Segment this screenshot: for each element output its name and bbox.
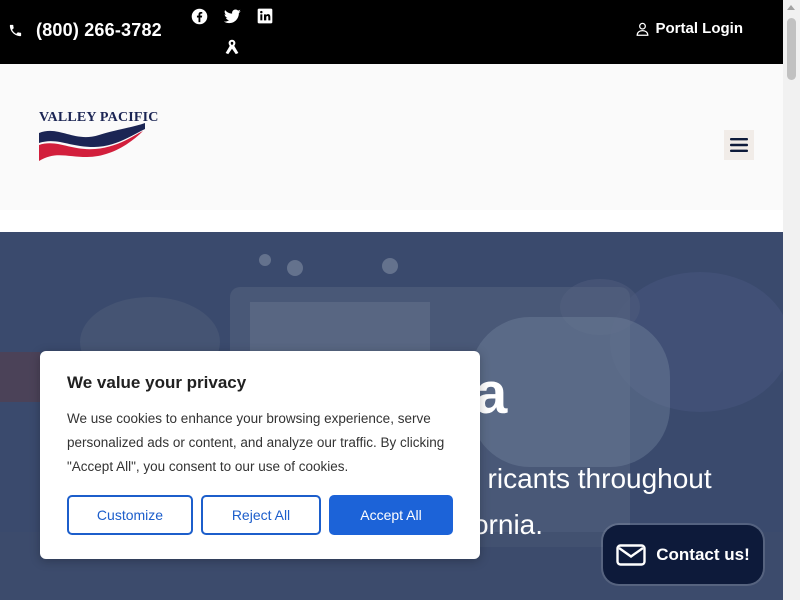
logo-wave xyxy=(39,123,145,161)
header-spacer xyxy=(0,210,783,232)
phone-link[interactable]: (800) 266-3782 xyxy=(8,20,162,41)
facebook-icon[interactable] xyxy=(190,7,208,25)
cookie-text: We use cookies to enhance your browsing … xyxy=(67,411,445,474)
scrollbar[interactable] xyxy=(783,0,800,600)
hamburger-icon xyxy=(730,138,748,152)
user-icon xyxy=(636,22,648,36)
cookie-title: We value your privacy xyxy=(67,373,247,392)
logo[interactable]: VALLEY PACIFIC xyxy=(39,110,159,161)
linkedin-icon[interactable] xyxy=(256,7,274,25)
portal-login-link[interactable]: Portal Login xyxy=(635,20,744,37)
scroll-up-arrow[interactable] xyxy=(787,5,795,10)
top-bar: (800) 266-3782 Portal Login xyxy=(0,0,783,64)
customize-button[interactable]: Customize xyxy=(67,495,193,535)
reject-all-button[interactable]: Reject All xyxy=(201,495,321,535)
envelope-icon xyxy=(616,543,646,566)
scrollbar-thumb[interactable] xyxy=(787,18,796,80)
twitter-icon[interactable] xyxy=(223,7,241,25)
cookie-consent-dialog: We value your privacy We use cookies to … xyxy=(40,351,480,559)
hamburger-menu-button[interactable] xyxy=(724,130,754,160)
phone-icon xyxy=(9,24,22,37)
ribbon-icon[interactable] xyxy=(223,39,241,57)
contact-us-button[interactable]: Contact us! xyxy=(603,525,763,584)
site-header: VALLEY PACIFIC xyxy=(0,64,783,210)
portal-login-label: Portal Login xyxy=(655,20,744,37)
accept-all-button[interactable]: Accept All xyxy=(329,495,453,535)
phone-number: (800) 266-3782 xyxy=(36,20,162,40)
contact-us-label: Contact us! xyxy=(656,544,750,564)
